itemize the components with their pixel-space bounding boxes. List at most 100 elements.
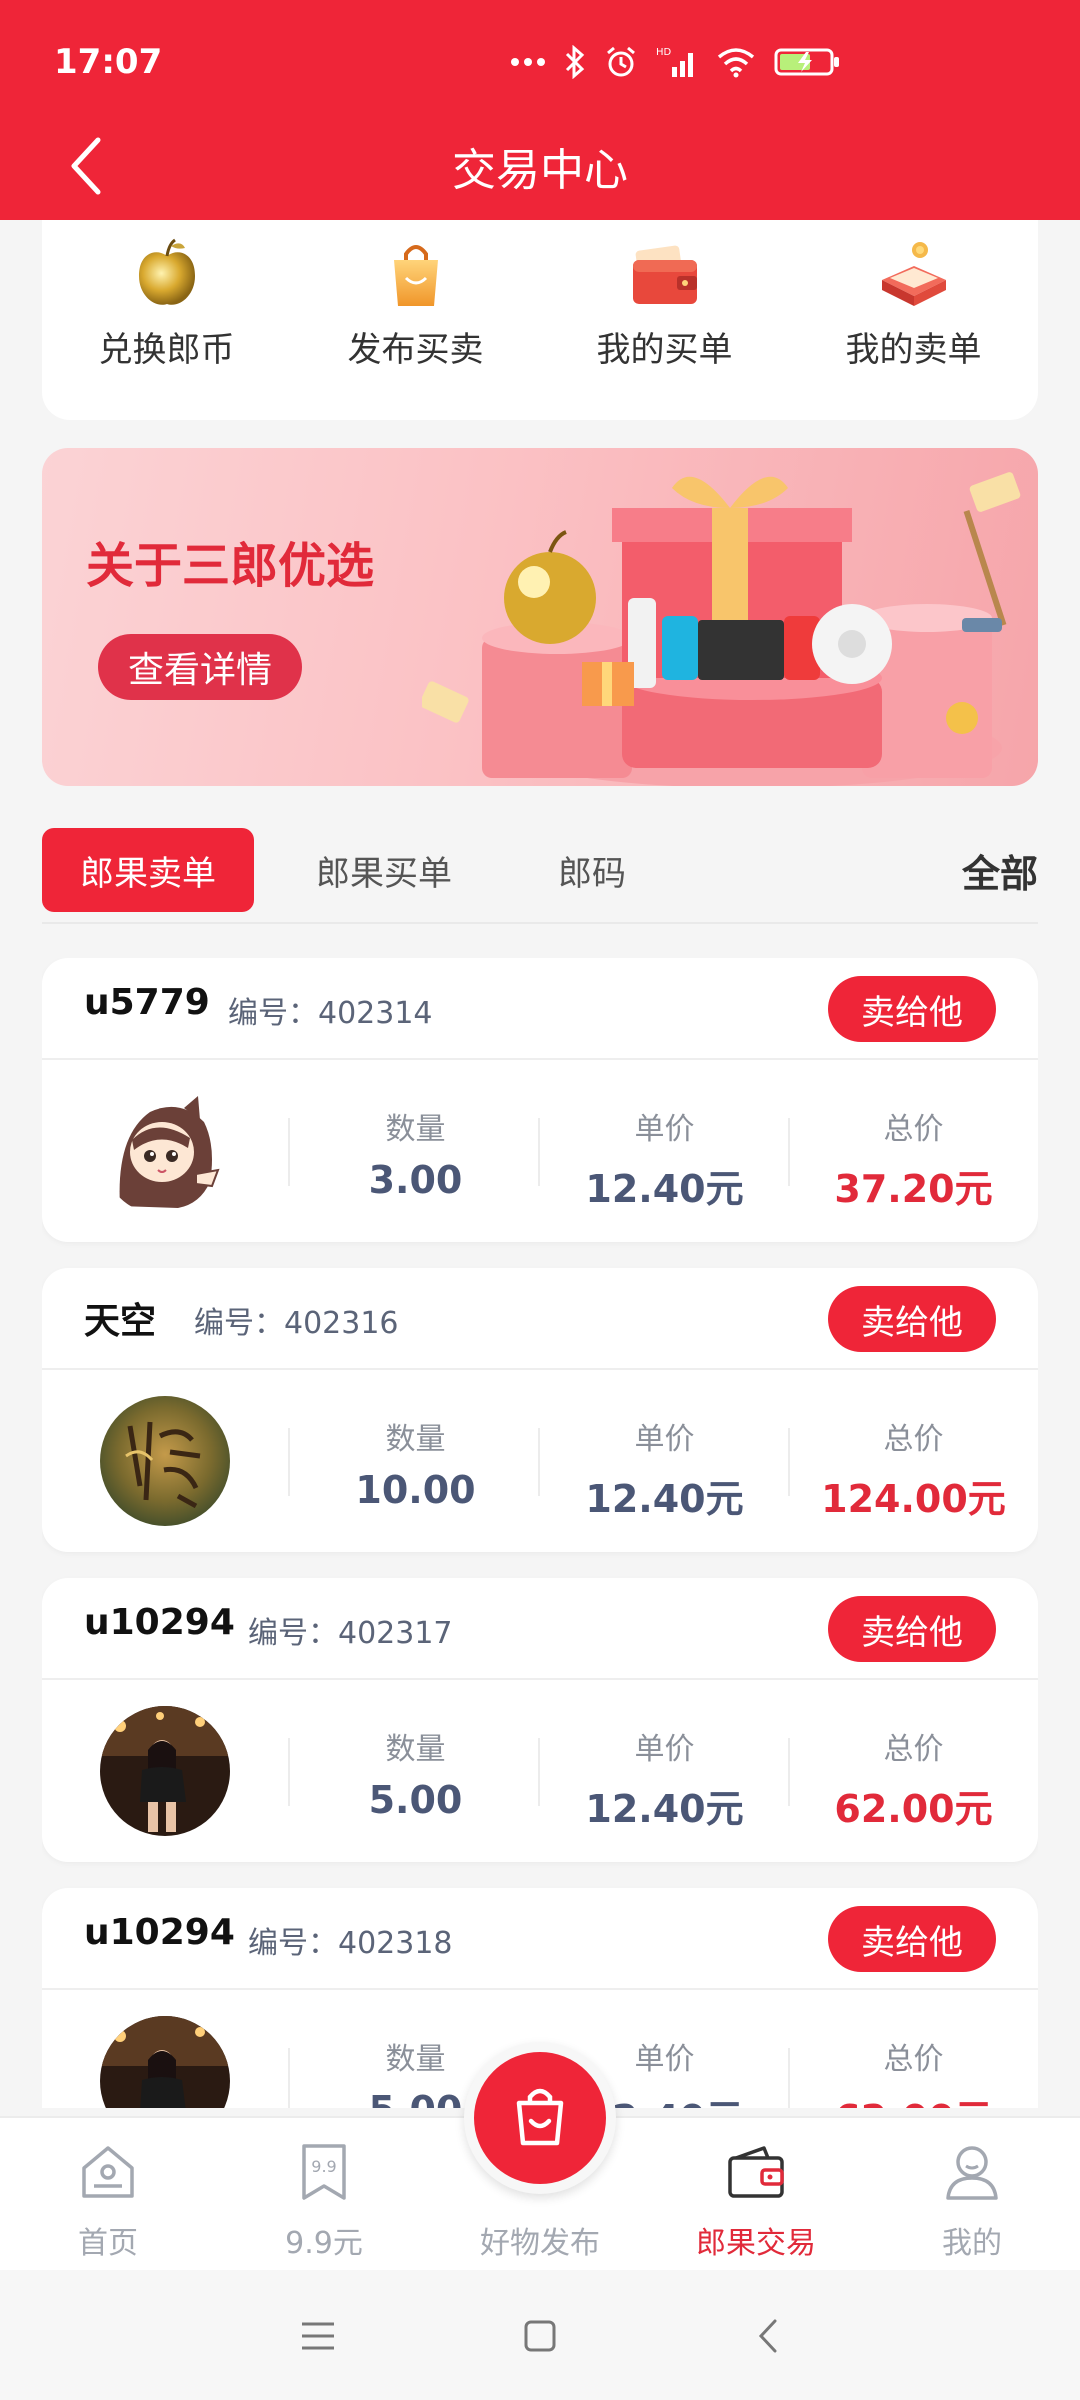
quantity-value: 3.00 xyxy=(368,1158,463,1202)
unit-price-value: 12.40元 xyxy=(585,1787,744,1831)
promo-banner[interactable]: 关于三郎优选 查看详情 xyxy=(42,448,1038,786)
order-header: u10294 编号：402318 卖给他 xyxy=(42,1888,1038,1990)
banner-details-button[interactable]: 查看详情 xyxy=(98,634,302,700)
avatar[interactable] xyxy=(100,2016,230,2108)
total-price-column: 总价 37.20元 xyxy=(789,1062,1038,1242)
quantity-label: 数量 xyxy=(385,1422,446,1457)
order-number: 编号：402314 xyxy=(228,996,433,1031)
total-price-column: 总价 62.00元 xyxy=(789,1682,1038,1862)
sell-to-him-button[interactable]: 卖给他 xyxy=(828,976,996,1042)
menu-icon[interactable] xyxy=(290,2308,346,2364)
quantity-column: 数量 3.00 xyxy=(291,1062,540,1242)
home-square-icon[interactable] xyxy=(512,2308,568,2364)
total-price-value: 62.00元 xyxy=(834,1787,993,1831)
app-header: 17:07 HD 交易中心 xyxy=(0,0,1080,220)
sell-to-him-button[interactable]: 卖给他 xyxy=(828,1906,996,1972)
status-bar: 17:07 HD xyxy=(0,0,1080,120)
column-divider xyxy=(288,1738,290,1806)
total-price-label: 总价 xyxy=(883,1422,944,1457)
order-number: 编号：402316 xyxy=(194,1306,399,1341)
tab-langma[interactable]: 郎码 xyxy=(532,828,652,912)
total-price-value: 37.20元 xyxy=(834,1167,993,1211)
quick-action-exchange-coins[interactable]: 兑换郎币 xyxy=(42,220,291,420)
avatar[interactable] xyxy=(100,1086,230,1216)
book-coin-icon xyxy=(874,234,954,314)
nav-label: 首页 xyxy=(78,2226,138,2261)
quantity-value: 10.00 xyxy=(355,1468,476,1512)
quantity-label: 数量 xyxy=(385,1732,446,1767)
unit-price-label: 单价 xyxy=(634,1732,695,1767)
banner-gift-illustration xyxy=(422,472,1021,786)
unit-price-column: 单价 12.40元 xyxy=(540,1372,789,1552)
nav-home[interactable]: 首页 xyxy=(0,2118,216,2272)
total-price-value: 62.00元 xyxy=(789,2088,1038,2108)
order-list: u5779 编号：402314 卖给他 数量 3.00 单价 12.40元 总价… xyxy=(42,958,1038,2108)
column-divider xyxy=(288,1428,290,1496)
total-price-label: 总价 xyxy=(883,1112,944,1147)
nav-langguo-trade[interactable]: 郎果交易 xyxy=(648,2118,864,2272)
order-header: u10294 编号：402317 卖给他 xyxy=(42,1578,1038,1680)
price-tag-icon: 9.9 xyxy=(292,2140,356,2204)
wallet-icon xyxy=(724,2140,788,2204)
total-price-column: 总价 124.00元 xyxy=(789,1372,1038,1552)
quick-action-label: 我的卖单 xyxy=(845,330,982,370)
quick-action-my-sell-orders[interactable]: 我的卖单 xyxy=(789,220,1038,420)
nav-9-9-yuan[interactable]: 9.9 9.9元 xyxy=(216,2118,432,2272)
order-body: 数量 3.00 单价 12.40元 总价 37.20元 xyxy=(42,1062,1038,1242)
avatar[interactable] xyxy=(100,1706,230,1836)
order-header: u5779 编号：402314 卖给他 xyxy=(42,958,1038,1060)
svg-text:9.9: 9.9 xyxy=(311,2157,336,2176)
nav-label: 好物发布 xyxy=(480,2226,600,2261)
tab-langguo-sell[interactable]: 郎果卖单 xyxy=(42,828,254,912)
column-divider xyxy=(288,2048,290,2108)
order-number: 编号：402318 xyxy=(248,1926,453,1961)
column-divider xyxy=(288,1118,290,1186)
system-navigation-bar xyxy=(0,2270,1080,2400)
quick-action-label: 我的买单 xyxy=(596,330,733,370)
total-price-value: 124.00元 xyxy=(821,1477,1006,1521)
wallet-icon xyxy=(625,234,705,314)
back-icon[interactable] xyxy=(740,2308,796,2364)
unit-price-value: 12.40元 xyxy=(585,1477,744,1521)
hd-label: HD xyxy=(656,47,672,58)
tab-all[interactable]: 全部 xyxy=(962,828,1038,912)
order-card: 天空 编号：402316 卖给他 数量 10.00 单价 12.40元 总价 1… xyxy=(42,1268,1038,1552)
signal-icon: HD xyxy=(656,45,698,79)
unit-price-value: 12.40元 xyxy=(585,1167,744,1211)
order-header: 天空 编号：402316 卖给他 xyxy=(42,1268,1038,1370)
order-user-name: 天空 xyxy=(84,1301,157,1342)
order-tabs: 郎果卖单 郎果买单 郎码 全部 xyxy=(42,828,1038,924)
unit-price-column: 单价 12.40元 xyxy=(540,1682,789,1862)
status-icons: HD xyxy=(510,42,840,82)
shopping-bag-icon xyxy=(505,2081,575,2155)
golden-apple-icon xyxy=(127,234,207,314)
tab-langguo-buy[interactable]: 郎果买单 xyxy=(294,828,474,912)
quick-action-my-buy-orders[interactable]: 我的买单 xyxy=(540,220,789,420)
banner-title: 关于三郎优选 xyxy=(86,538,375,594)
status-time: 17:07 xyxy=(54,42,163,82)
battery-charging-icon xyxy=(774,47,840,77)
sell-to-him-button[interactable]: 卖给他 xyxy=(828,1286,996,1352)
shopping-bag-icon xyxy=(376,234,456,314)
quick-action-label: 发布买卖 xyxy=(347,330,484,370)
quantity-value: 5.00 xyxy=(368,1778,463,1822)
user-icon xyxy=(940,2140,1004,2204)
unit-price-column: 单价 12.40元 xyxy=(540,1062,789,1242)
more-dots-icon xyxy=(510,57,546,67)
sell-to-him-button[interactable]: 卖给他 xyxy=(828,1596,996,1662)
unit-price-label: 单价 xyxy=(634,1112,695,1147)
home-icon xyxy=(76,2140,140,2204)
nav-label: 郎果交易 xyxy=(696,2226,816,2261)
avatar[interactable] xyxy=(100,1396,230,1526)
quantity-column: 数量 10.00 xyxy=(291,1372,540,1552)
total-price-label: 总价 xyxy=(883,1732,944,1767)
nav-profile[interactable]: 我的 xyxy=(864,2118,1080,2272)
order-card: u5779 编号：402314 卖给他 数量 3.00 单价 12.40元 总价… xyxy=(42,958,1038,1242)
unit-price-label: 单价 xyxy=(634,1422,695,1457)
publish-center-button[interactable] xyxy=(464,2042,616,2194)
order-user-name: u10294 xyxy=(84,1602,235,1643)
order-body: 数量 10.00 单价 12.40元 总价 124.00元 xyxy=(42,1372,1038,1552)
quantity-label: 数量 xyxy=(385,1112,446,1147)
order-user-name: u5779 xyxy=(84,982,210,1023)
quick-action-publish[interactable]: 发布买卖 xyxy=(291,220,540,420)
